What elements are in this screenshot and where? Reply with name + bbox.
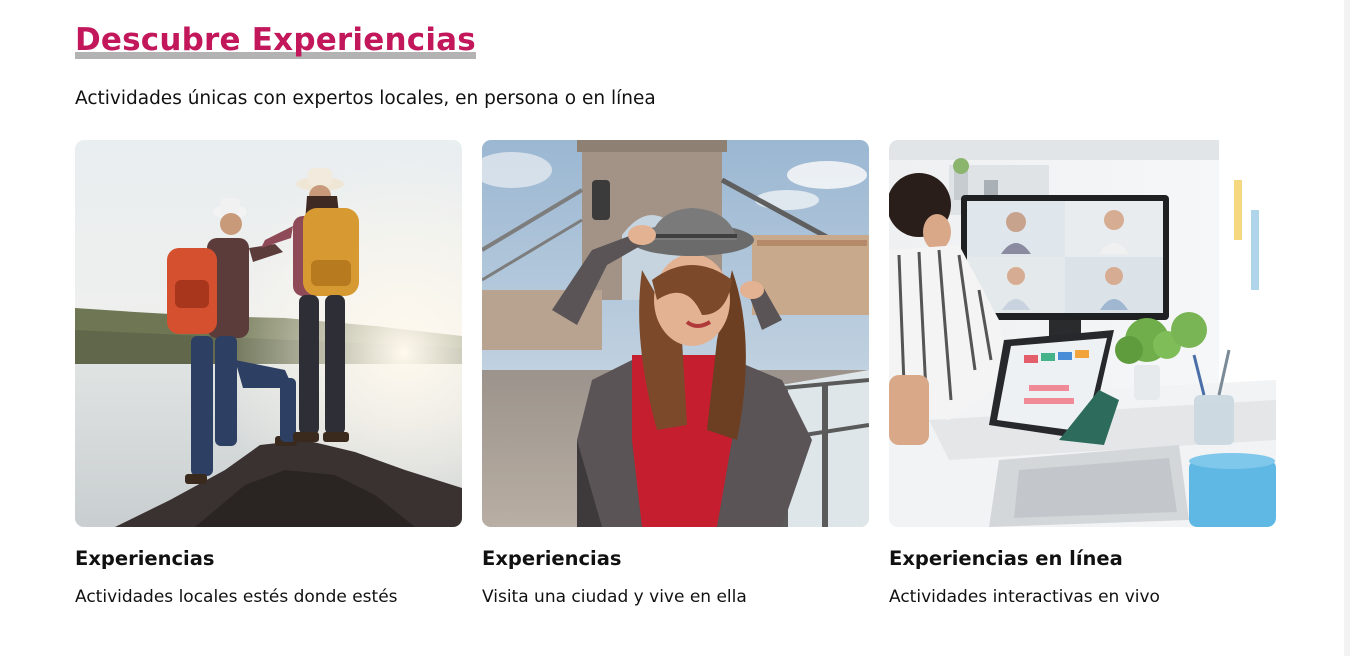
hikers-on-rock-by-lake-photo[interactable] — [75, 140, 462, 527]
section-title: Descubre Experiencias — [75, 22, 476, 58]
card-title[interactable]: Experiencias en línea — [889, 545, 1276, 573]
card-description: Actividades locales estés donde estés — [75, 587, 398, 607]
video-call-office-desk-photo[interactable] — [889, 140, 1276, 527]
card-description: Visita una ciudad y vive en ella — [482, 587, 747, 607]
card-title[interactable]: Experiencias — [75, 545, 462, 573]
page: Descubre Experiencias Actividades únicas… — [0, 0, 1350, 656]
section-subtitle: Actividades únicas con expertos locales,… — [75, 88, 656, 109]
experience-card-local[interactable]: Experiencias Actividades locales estés d… — [75, 140, 462, 609]
section-heading: Descubre Experiencias — [75, 18, 476, 62]
card-title[interactable]: Experiencias — [482, 545, 869, 573]
experience-card-online[interactable]: Experiencias en línea Actividades intera… — [889, 140, 1276, 609]
experiences-section: Descubre Experiencias Actividades únicas… — [75, 18, 1276, 607]
experience-cards: Experiencias Actividades locales estés d… — [75, 140, 1276, 609]
scrollbar-track[interactable] — [1344, 0, 1350, 656]
experience-card-city[interactable]: Experiencias Visita una ciudad y vive en… — [482, 140, 869, 609]
card-description: Actividades interactivas en vivo — [889, 587, 1160, 607]
woman-in-hat-on-bridge-photo[interactable] — [482, 140, 869, 527]
